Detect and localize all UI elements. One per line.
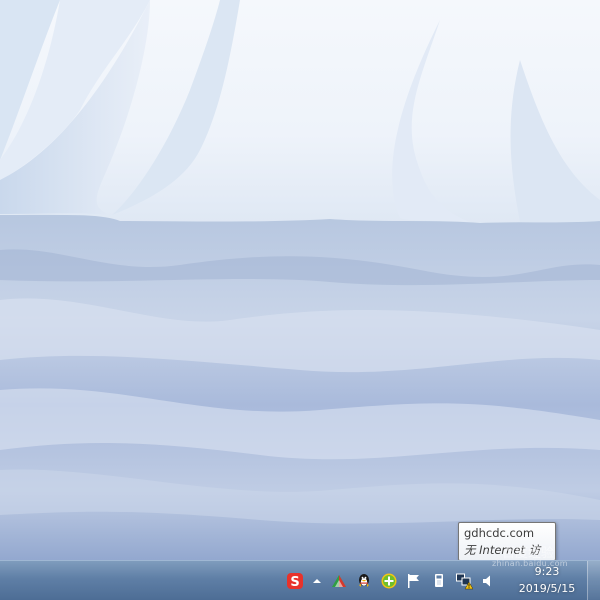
app-tray-icon[interactable] <box>330 572 348 590</box>
desktop[interactable]: gdhcdc.com 无 Internet 访问 S <box>0 0 600 600</box>
sogou-input-icon[interactable]: S <box>286 572 304 590</box>
volume-icon[interactable] <box>480 572 498 590</box>
security-plus-icon[interactable] <box>380 572 398 590</box>
show-desktop-button[interactable] <box>587 561 600 600</box>
usb-device-icon[interactable] <box>430 572 448 590</box>
clock-date: 2019/5/15 <box>518 582 576 595</box>
network-warning-icon[interactable] <box>455 572 473 590</box>
action-center-flag-icon[interactable] <box>405 572 423 590</box>
taskbar-clock[interactable]: 9:23 2019/5/15 <box>507 563 587 599</box>
iceberg-wallpaper <box>0 0 600 560</box>
system-tray: S <box>279 561 498 600</box>
network-tooltip: gdhcdc.com 无 Internet 访问 <box>458 522 556 574</box>
svg-text:S: S <box>290 575 299 590</box>
show-hidden-icons-arrow[interactable] <box>311 572 323 590</box>
clock-time: 9:23 <box>534 565 560 578</box>
taskbar: S 9:23 2019/5/15 <box>0 560 600 600</box>
tooltip-network-name: gdhcdc.com <box>464 526 535 540</box>
qq-icon[interactable] <box>355 572 373 590</box>
